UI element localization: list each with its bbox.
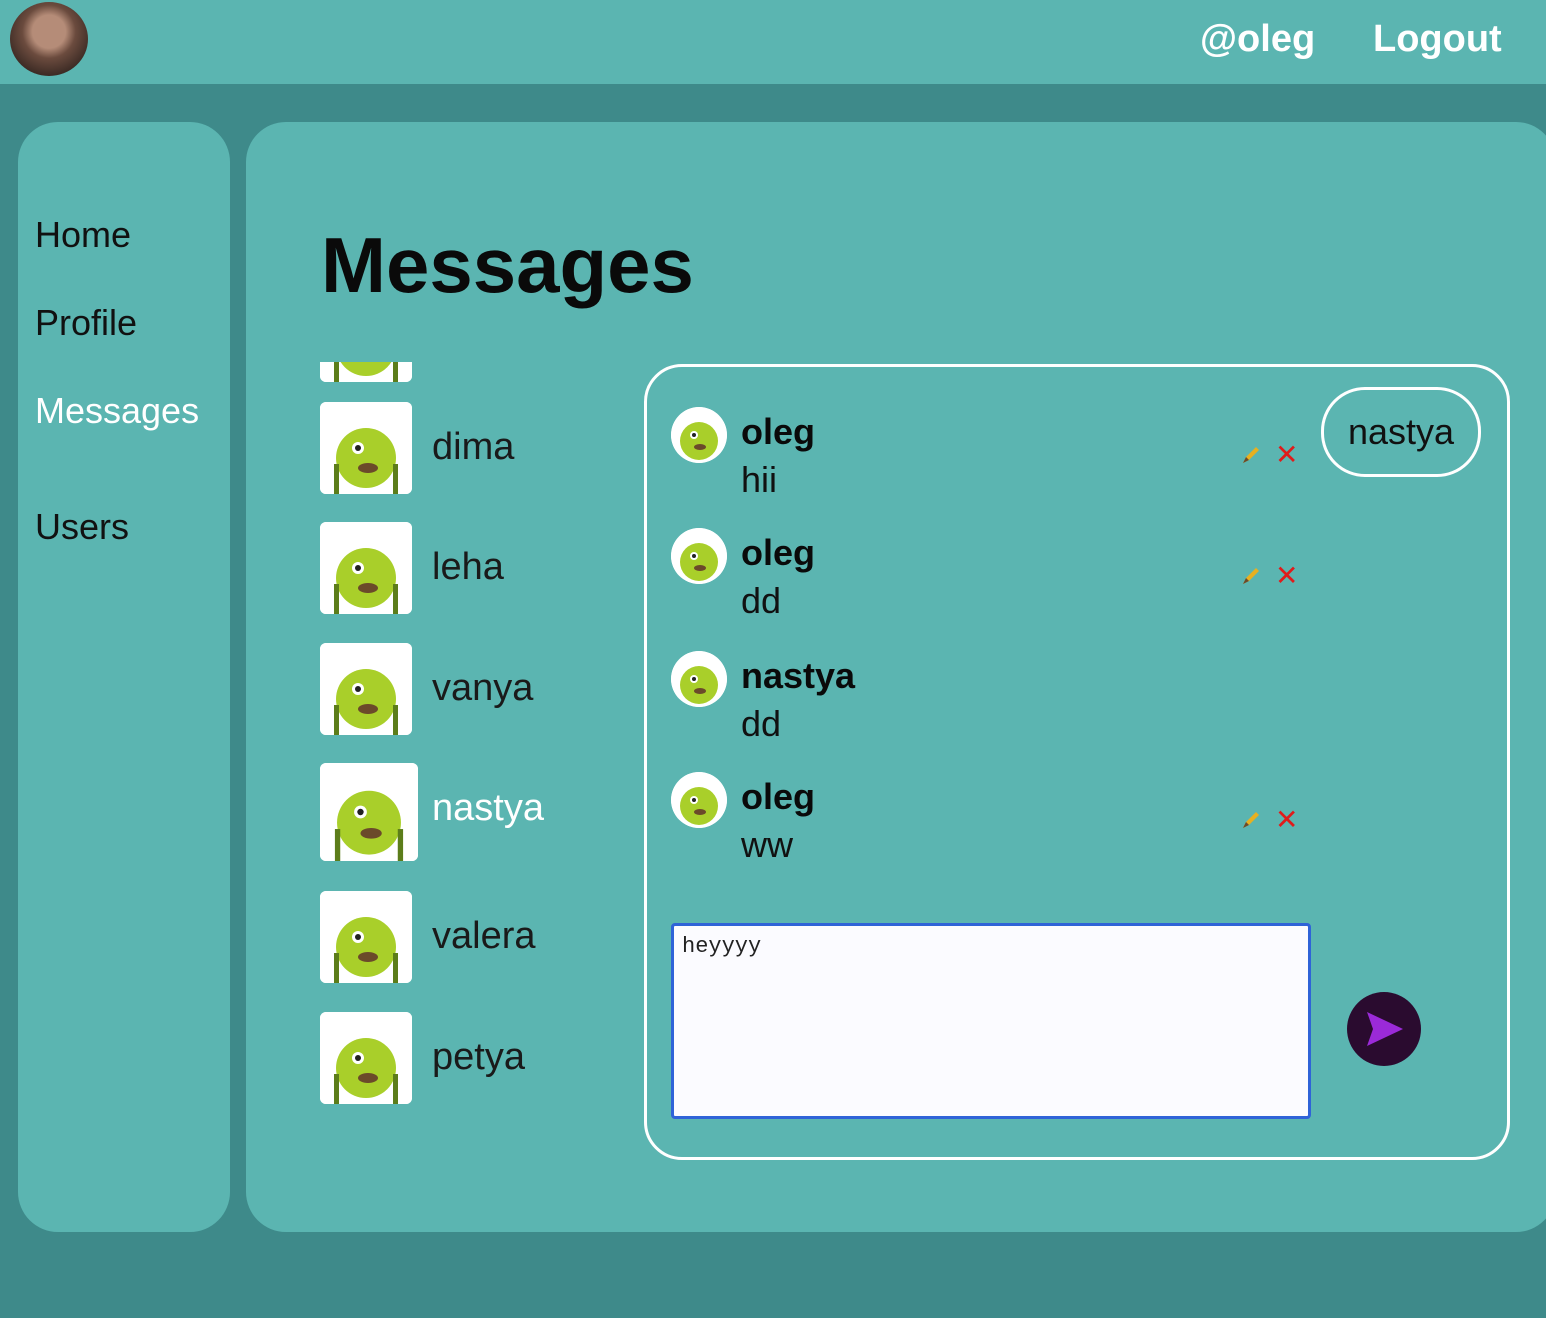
message-author: nastya (741, 655, 856, 696)
monster-avatar-icon (320, 402, 412, 494)
monster-avatar-icon (320, 522, 412, 614)
message-text: dd (741, 703, 782, 744)
sidebar-item-home[interactable]: Home (35, 214, 131, 256)
message-author: oleg (741, 532, 816, 573)
pencil-icon[interactable] (1241, 810, 1261, 830)
pencil-icon[interactable] (1241, 445, 1261, 465)
message-author-avatar (671, 528, 727, 584)
x-icon[interactable]: ✕ (1275, 562, 1298, 590)
x-icon[interactable]: ✕ (1275, 441, 1298, 469)
user-avatar (320, 522, 412, 614)
monster-avatar-icon (320, 362, 412, 382)
user-item-valera[interactable]: valera (318, 891, 638, 987)
sidebar: Home Profile Messages Users (18, 122, 230, 1232)
recipient-badge: nastya (1321, 387, 1481, 477)
user-item-anton[interactable]: anton (318, 362, 638, 386)
conversation-user-list[interactable]: anton dima leha vanya nastya valera pety… (318, 362, 638, 1106)
user-item-dima[interactable]: dima (318, 402, 638, 498)
user-avatar (320, 362, 412, 382)
message-item: oleg dd ✕ (671, 528, 1311, 628)
user-item-nastya[interactable]: nastya (318, 763, 638, 861)
message-item: oleg ww ✕ (671, 772, 1311, 872)
user-item-vanya[interactable]: vanya (318, 643, 638, 739)
user-avatar (320, 763, 418, 861)
top-bar: @oleg Logout (0, 0, 1546, 84)
user-name: petya (432, 1036, 525, 1078)
user-name: nastya (432, 787, 544, 829)
monster-avatar-icon (320, 891, 412, 983)
current-username[interactable]: @oleg (1200, 18, 1315, 61)
monster-avatar-icon (671, 528, 727, 584)
monster-avatar-icon (320, 763, 418, 861)
user-name: dima (432, 426, 515, 468)
user-name: valera (432, 915, 536, 957)
message-author: oleg (741, 776, 816, 817)
user-avatar (320, 891, 412, 983)
message-text: hii (741, 459, 778, 500)
main-panel: Messages anton dima leha vanya nastya va… (246, 122, 1546, 1232)
user-name: leha (432, 546, 504, 588)
message-input[interactable] (674, 926, 1308, 1116)
user-avatar (320, 1012, 412, 1104)
send-button[interactable] (1347, 992, 1421, 1066)
message-author-avatar (671, 772, 727, 828)
current-user-avatar[interactable] (10, 2, 88, 76)
message-item: nastya dd (671, 651, 1311, 751)
monster-avatar-icon (671, 772, 727, 828)
message-author-avatar (671, 407, 727, 463)
user-avatar (320, 402, 412, 494)
page-title: Messages (321, 221, 694, 309)
message-composer (671, 923, 1311, 1119)
user-item-leha[interactable]: leha (318, 522, 638, 618)
user-avatar (320, 643, 412, 735)
sidebar-item-users[interactable]: Users (35, 506, 129, 548)
monster-avatar-icon (320, 1012, 412, 1104)
user-item-petya[interactable]: petya (318, 1012, 638, 1106)
send-arrow-icon (1367, 1012, 1403, 1046)
message-author-avatar (671, 651, 727, 707)
monster-avatar-icon (671, 407, 727, 463)
monster-avatar-icon (320, 643, 412, 735)
pencil-icon[interactable] (1241, 566, 1261, 586)
sidebar-item-profile[interactable]: Profile (35, 302, 137, 344)
x-icon[interactable]: ✕ (1275, 806, 1298, 834)
sidebar-item-messages[interactable]: Messages (35, 390, 199, 432)
message-text: ww (741, 824, 793, 865)
logout-button[interactable]: Logout (1373, 18, 1502, 61)
user-name: vanya (432, 667, 534, 709)
message-text: dd (741, 580, 782, 621)
message-item: oleg hii ✕ (671, 407, 1311, 507)
chat-box: nastya oleg hii ✕ oleg dd ✕ nastya dd ol… (644, 364, 1510, 1160)
monster-avatar-icon (671, 651, 727, 707)
message-author: oleg (741, 411, 816, 452)
